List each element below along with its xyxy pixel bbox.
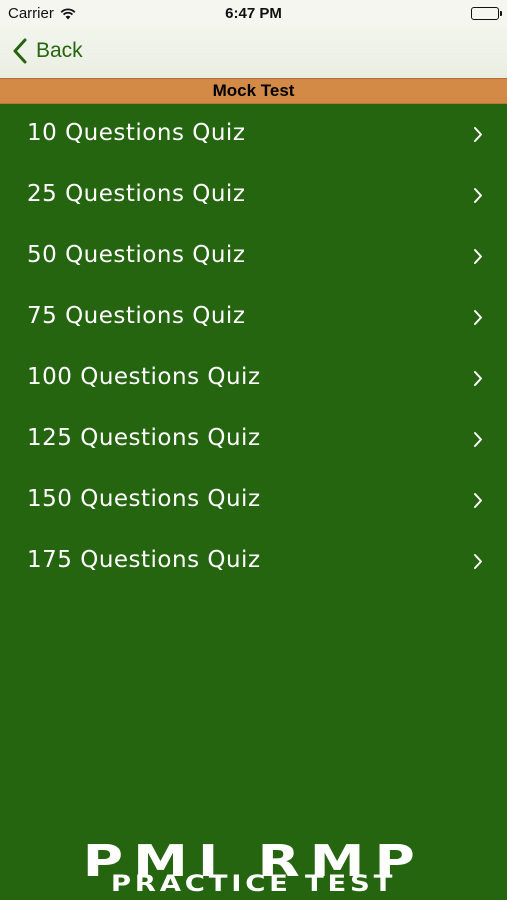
quiz-label: 175 Questions Quiz: [27, 547, 261, 573]
battery-icon: [471, 7, 502, 20]
quiz-label: 75 Questions Quiz: [27, 303, 246, 329]
back-button[interactable]: Back: [12, 38, 83, 64]
quiz-item-10[interactable]: 10 Questions Quiz: [0, 107, 507, 168]
quiz-list: 10 Questions Quiz 25 Questions Quiz 50 Q…: [0, 107, 507, 595]
section-header: Mock Test: [0, 78, 507, 104]
quiz-label: 50 Questions Quiz: [27, 242, 246, 268]
status-right: [471, 7, 502, 24]
chevron-right-icon: [474, 432, 482, 447]
brand-subtitle: PRACTICE TEST: [110, 872, 397, 897]
chevron-right-icon: [474, 493, 482, 508]
quiz-label: 10 Questions Quiz: [27, 120, 246, 146]
quiz-label: 25 Questions Quiz: [27, 181, 246, 207]
chevron-right-icon: [474, 310, 482, 325]
chevron-right-icon: [474, 249, 482, 264]
status-bar: Carrier 6:47 PM: [0, 0, 507, 28]
chevron-left-icon: [13, 38, 27, 64]
chevron-right-icon: [474, 127, 482, 142]
quiz-label: 150 Questions Quiz: [27, 486, 261, 512]
quiz-item-25[interactable]: 25 Questions Quiz: [0, 168, 507, 229]
quiz-label: 100 Questions Quiz: [27, 364, 261, 390]
quiz-label: 125 Questions Quiz: [27, 425, 261, 451]
chevron-right-icon: [474, 188, 482, 203]
chevron-right-icon: [474, 371, 482, 386]
quiz-item-50[interactable]: 50 Questions Quiz: [0, 229, 507, 290]
brand-logo: PMI RMP PRACTICE TEST: [0, 840, 507, 896]
quiz-item-100[interactable]: 100 Questions Quiz: [0, 351, 507, 412]
quiz-item-175[interactable]: 175 Questions Quiz: [0, 534, 507, 595]
back-label: Back: [36, 39, 83, 62]
chevron-right-icon: [474, 554, 482, 569]
quiz-item-125[interactable]: 125 Questions Quiz: [0, 412, 507, 473]
status-time: 6:47 PM: [225, 5, 282, 22]
navigation-bar: Back: [0, 28, 507, 78]
quiz-item-75[interactable]: 75 Questions Quiz: [0, 290, 507, 351]
quiz-item-150[interactable]: 150 Questions Quiz: [0, 473, 507, 534]
